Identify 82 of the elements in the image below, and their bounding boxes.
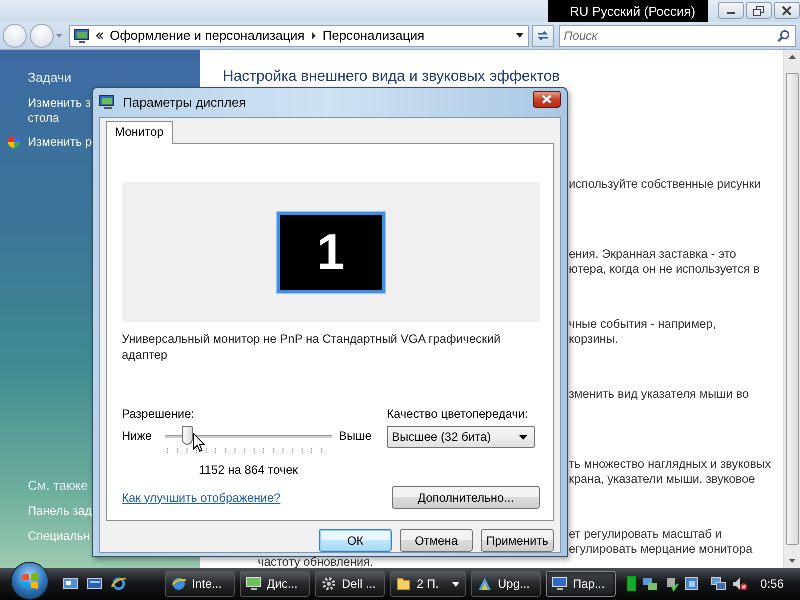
- resolution-label: Разрешение:: [122, 407, 195, 421]
- description-text: егулировать мерцание монитора: [569, 542, 753, 557]
- description-text: частоту обновления.: [258, 557, 374, 568]
- close-icon: [782, 6, 792, 16]
- dialog-button[interactable]: Применить: [481, 529, 554, 552]
- taskbar-button[interactable]: Upg...: [471, 571, 541, 597]
- slider-max-label: Выше: [339, 429, 372, 443]
- dropdown-arrow-icon: [519, 434, 528, 440]
- taskbar-button[interactable]: Дис...: [240, 571, 310, 597]
- cursor-icon: [193, 433, 206, 453]
- taskbar-button[interactable]: Dell ...: [315, 571, 385, 597]
- globe-icon: [171, 576, 187, 592]
- description-text: чные события - например,: [569, 317, 716, 332]
- maximize-button[interactable]: [746, 2, 772, 19]
- color-quality-label: Качество цветопередачи:: [387, 407, 528, 421]
- address-field[interactable]: Оформление и персонализация Персонализация: [69, 24, 529, 46]
- search-icon[interactable]: [777, 30, 790, 42]
- description-text: крана, указатели мыши, звуковое: [569, 472, 756, 487]
- breadcrumb-item[interactable]: Персонализация: [322, 28, 425, 43]
- breadcrumb-arrow-icon: [310, 32, 317, 40]
- description-text: ютера, когда он не используется в: [569, 262, 760, 277]
- hardware-icon[interactable]: [684, 576, 700, 592]
- windows-logo-icon: [20, 571, 40, 591]
- monitor-icon: [552, 576, 568, 592]
- description-text: используйте собственные рисунки: [569, 177, 762, 192]
- taskbar-button[interactable]: Inte...: [165, 571, 235, 597]
- description-text: ет регулировать масштаб и: [569, 527, 722, 542]
- breadcrumb-item[interactable]: Оформление и персонализация: [110, 28, 305, 43]
- taskbar-button[interactable]: 2 П.: [390, 571, 466, 597]
- chevron-icon[interactable]: [96, 32, 104, 40]
- close-icon: [542, 95, 552, 104]
- window-switch-icon[interactable]: [87, 576, 103, 592]
- description-text: ть множество наглядных и звуковых: [569, 457, 772, 472]
- network-icon[interactable]: [642, 576, 658, 592]
- close-button[interactable]: [533, 91, 561, 108]
- clock[interactable]: 0:56: [760, 577, 784, 591]
- scroll-down-icon[interactable]: [788, 559, 796, 563]
- slider-thumb[interactable]: [182, 426, 193, 445]
- dialog-title: Параметры дисплея: [123, 95, 248, 110]
- monitor-thumbnail[interactable]: 1: [277, 212, 385, 292]
- caret-icon[interactable]: [452, 582, 460, 586]
- page-heading: Настройка внешнего вида и звуковых эффектов: [223, 68, 562, 86]
- scroll-up-icon[interactable]: [788, 55, 796, 59]
- dialog-button[interactable]: Отмена: [400, 529, 473, 552]
- battery-icon[interactable]: [626, 576, 637, 592]
- help-link[interactable]: Как улучшить отображение?: [122, 490, 281, 504]
- volume-muted-icon[interactable]: [732, 576, 748, 592]
- taskbar-button[interactable]: Пар...: [546, 571, 616, 597]
- control-panel-icon: [74, 28, 90, 44]
- refresh-icon: [536, 30, 550, 42]
- dialog-button[interactable]: ОК: [319, 529, 392, 552]
- description-text: ения. Экранная заставка - это: [569, 247, 736, 262]
- browser-icon[interactable]: [111, 576, 127, 592]
- description-text: зменить вид указателя мыши во: [569, 387, 750, 402]
- scrollbar[interactable]: [783, 50, 800, 568]
- tasks-title: Задачи: [28, 70, 73, 86]
- monitor-icon: [246, 576, 262, 592]
- description-text: корзины.: [569, 332, 618, 347]
- tab[interactable]: Монитор: [106, 121, 173, 144]
- gear-icon: [321, 576, 337, 592]
- monitor-description: Универсальный монитор не PnP на Стандартный VGA графический адаптер: [122, 331, 502, 363]
- see-also-title: См. также: [28, 478, 88, 494]
- start-button[interactable]: [11, 562, 49, 600]
- search-field[interactable]: Поиск: [559, 24, 796, 46]
- shield-icon: [7, 135, 21, 149]
- color-quality-dropdown[interactable]: Высшее (32 бита): [387, 426, 535, 448]
- minimize-button[interactable]: [718, 2, 744, 19]
- desktop-icon[interactable]: [63, 576, 79, 592]
- task-link[interactable]: Изменить з стола: [28, 96, 91, 126]
- restore-icon: [753, 6, 765, 16]
- dropdown-arrow-icon[interactable]: [516, 33, 524, 38]
- task-link[interactable]: Изменить р: [28, 135, 92, 150]
- language-bar[interactable]: RU Русский (Россия): [548, 0, 708, 22]
- display-icon: [99, 94, 117, 110]
- advanced-button[interactable]: Дополнительно...: [392, 486, 540, 509]
- refresh-button[interactable]: [532, 24, 554, 46]
- network-computers-icon[interactable]: [710, 576, 727, 592]
- close-button[interactable]: [774, 2, 800, 19]
- slider-min-label: Ниже: [122, 429, 154, 443]
- update-icon: [477, 576, 493, 592]
- resolution-value: 1152 на 864 точек: [198, 463, 300, 477]
- folder-icon: [396, 576, 412, 592]
